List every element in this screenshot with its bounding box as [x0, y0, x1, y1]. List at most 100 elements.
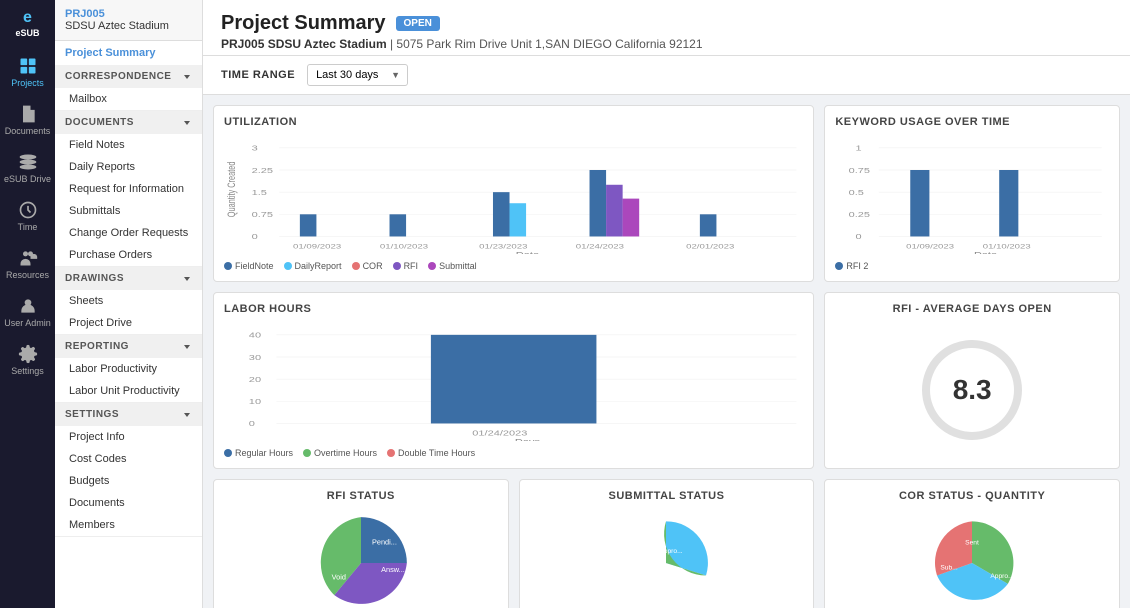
svg-text:01/10/2023: 01/10/2023 [983, 243, 1031, 250]
main-content: Project Summary OPEN PRJ005 SDSU Aztec S… [203, 0, 1130, 608]
sidebar-section-documents-header[interactable]: DOCUMENTS [55, 111, 202, 134]
brand-logo: e eSUB [15, 8, 39, 40]
time-range-select-wrapper[interactable]: Last 30 days Last 7 days Last 90 days Cu… [307, 64, 408, 86]
svg-text:Date: Date [516, 250, 539, 254]
chart-rfi-status: RFI STATUS Pendi... Answ... Void [213, 479, 509, 608]
sidebar-item-labor-unit-productivity[interactable]: Labor Unit Productivity [55, 380, 202, 402]
circle-gauge: 8.3 [922, 340, 1022, 440]
svg-text:1.5: 1.5 [252, 189, 267, 197]
sidebar-item-budgets[interactable]: Budgets [55, 470, 202, 492]
sidebar-item-labor-productivity[interactable]: Labor Productivity [55, 358, 202, 380]
svg-text:40: 40 [249, 331, 261, 339]
svg-text:01/24/2023: 01/24/2023 [576, 243, 625, 250]
rfi-status-pie: Pendi... Answ... Void [306, 508, 416, 608]
svg-text:0: 0 [856, 233, 862, 241]
chart-submittal-status: SUBMITTAL STATUS Appro... Other [519, 479, 815, 608]
gauge-value: 8.3 [953, 374, 992, 406]
nav-resources-label: Resources [6, 270, 49, 280]
cor-quantity-pie: Sent Appro... Sub... [922, 508, 1022, 608]
svg-text:2.25: 2.25 [252, 166, 273, 174]
sidebar-section-settings: SETTINGS Project Info Cost Codes Budgets… [55, 403, 202, 537]
sidebar-item-rfi[interactable]: Request for Information [55, 178, 202, 200]
sidebar-item-submittals[interactable]: Submittals [55, 200, 202, 222]
nav-user-admin[interactable]: User Admin [0, 288, 55, 336]
sidebar-project-name: SDSU Aztec Stadium [65, 20, 192, 32]
chart-cor-quantity: COR STATUS - QUANTITY Sent Appro... Sub.… [824, 479, 1120, 608]
svg-text:01/10/2023: 01/10/2023 [380, 243, 429, 250]
sidebar-project-id: PRJ005 [65, 8, 192, 20]
svg-text:Pendi...: Pendi... [372, 538, 397, 547]
svg-text:0: 0 [249, 420, 255, 428]
nav-drive-label: eSUB Drive [4, 174, 51, 184]
chart-utilization-title: UTILIZATION [224, 116, 803, 128]
keyword-legend: RFI 2 [835, 261, 1109, 271]
svg-text:Sent: Sent [965, 540, 979, 547]
sidebar-item-project-drive[interactable]: Project Drive [55, 312, 202, 334]
sidebar-section-reporting-header[interactable]: REPORTING [55, 335, 202, 358]
sidebar-item-documents[interactable]: Documents [55, 492, 202, 514]
sidebar-item-cost-codes[interactable]: Cost Codes [55, 448, 202, 470]
dashboard: UTILIZATION 3 2.25 1.5 0.75 0 [203, 95, 1130, 608]
sidebar-section-correspondence-header[interactable]: CORRESPONDENCE [55, 65, 202, 88]
legend-regular-hours: Regular Hours [224, 448, 293, 458]
submittal-pie: Appro... Other [616, 508, 716, 608]
chart-labor-title: LABOR HOURS [224, 303, 803, 315]
sidebar-item-daily-reports[interactable]: Daily Reports [55, 156, 202, 178]
time-range-select[interactable]: Last 30 days Last 7 days Last 90 days Cu… [307, 64, 408, 86]
page-header: Project Summary OPEN PRJ005 SDSU Aztec S… [203, 0, 1130, 56]
labor-legend: Regular Hours Overtime Hours Double Time… [224, 448, 803, 458]
chart-keyword-title: KEYWORD USAGE OVER TIME [835, 116, 1109, 128]
sidebar-item-change-orders[interactable]: Change Order Requests [55, 222, 202, 244]
sidebar-item-field-notes[interactable]: Field Notes [55, 134, 202, 156]
svg-text:30: 30 [249, 353, 261, 361]
svg-text:0.25: 0.25 [849, 211, 870, 219]
status-badge: OPEN [396, 16, 440, 31]
chart-rfi-avg: RFI - AVERAGE DAYS OPEN 8.3 [824, 292, 1120, 469]
sidebar-item-mailbox[interactable]: Mailbox [55, 88, 202, 110]
sidebar-section-reporting: REPORTING Labor Productivity Labor Unit … [55, 335, 202, 403]
svg-text:10: 10 [249, 398, 261, 406]
svg-text:01/24/2023: 01/24/2023 [472, 429, 527, 437]
svg-text:20: 20 [249, 376, 261, 384]
svg-text:0.5: 0.5 [849, 189, 864, 197]
nav-time[interactable]: Time [0, 192, 55, 240]
svg-text:Sub...: Sub... [940, 565, 958, 572]
svg-text:0.75: 0.75 [252, 211, 273, 219]
svg-text:Appro...: Appro... [990, 573, 1013, 580]
sidebar-item-project-info[interactable]: Project Info [55, 426, 202, 448]
legend-submittal: Submittal [428, 261, 477, 271]
svg-text:3: 3 [252, 144, 258, 152]
time-range-bar: TIME RANGE Last 30 days Last 7 days Last… [203, 56, 1130, 95]
svg-text:Appro...: Appro... [660, 548, 683, 555]
sidebar-item-members[interactable]: Members [55, 514, 202, 536]
chart-submittal-title: SUBMITTAL STATUS [609, 490, 725, 502]
svg-text:0: 0 [252, 233, 258, 241]
chart-labor-area: 40 30 20 10 0 01/24/2023 Days [224, 321, 803, 444]
nav-documents-label: Documents [5, 126, 51, 136]
nav-time-label: Time [18, 222, 38, 232]
sidebar-item-project-summary[interactable]: Project Summary [55, 41, 202, 65]
project-ref: PRJ005 SDSU Aztec Stadium [221, 37, 387, 51]
svg-text:Answ...: Answ... [381, 565, 405, 574]
nav-projects-label: Projects [11, 78, 44, 88]
nav-drive[interactable]: eSUB Drive [0, 144, 55, 192]
chart-utilization-area: 3 2.25 1.5 0.75 0 [224, 134, 803, 257]
chart-keyword-usage: KEYWORD USAGE OVER TIME 1 0.75 0.5 0.25 … [824, 105, 1120, 282]
sidebar-section-settings-header[interactable]: SETTINGS [55, 403, 202, 426]
sidebar-section-correspondence: CORRESPONDENCE Mailbox [55, 65, 202, 111]
nav-settings-label: Settings [11, 366, 44, 376]
nav-resources[interactable]: Resources [0, 240, 55, 288]
chart-rfi-status-title: RFI STATUS [327, 490, 395, 502]
sidebar-project-info: PRJ005 SDSU Aztec Stadium [55, 0, 202, 41]
sidebar-item-sheets[interactable]: Sheets [55, 290, 202, 312]
nav-projects[interactable]: Projects [0, 48, 55, 96]
nav-documents[interactable]: Documents [0, 96, 55, 144]
svg-text:01/09/2023: 01/09/2023 [906, 243, 954, 250]
sidebar-item-purchase-orders[interactable]: Purchase Orders [55, 244, 202, 266]
sidebar-section-drawings-header[interactable]: DRAWINGS [55, 267, 202, 290]
nav-settings[interactable]: Settings [0, 336, 55, 384]
svg-text:Void: Void [331, 573, 345, 582]
svg-text:01/09/2023: 01/09/2023 [293, 243, 342, 250]
chart-labor-hours: LABOR HOURS 40 30 20 10 0 01/24/2023 [213, 292, 814, 469]
legend-double-time-hours: Double Time Hours [387, 448, 475, 458]
